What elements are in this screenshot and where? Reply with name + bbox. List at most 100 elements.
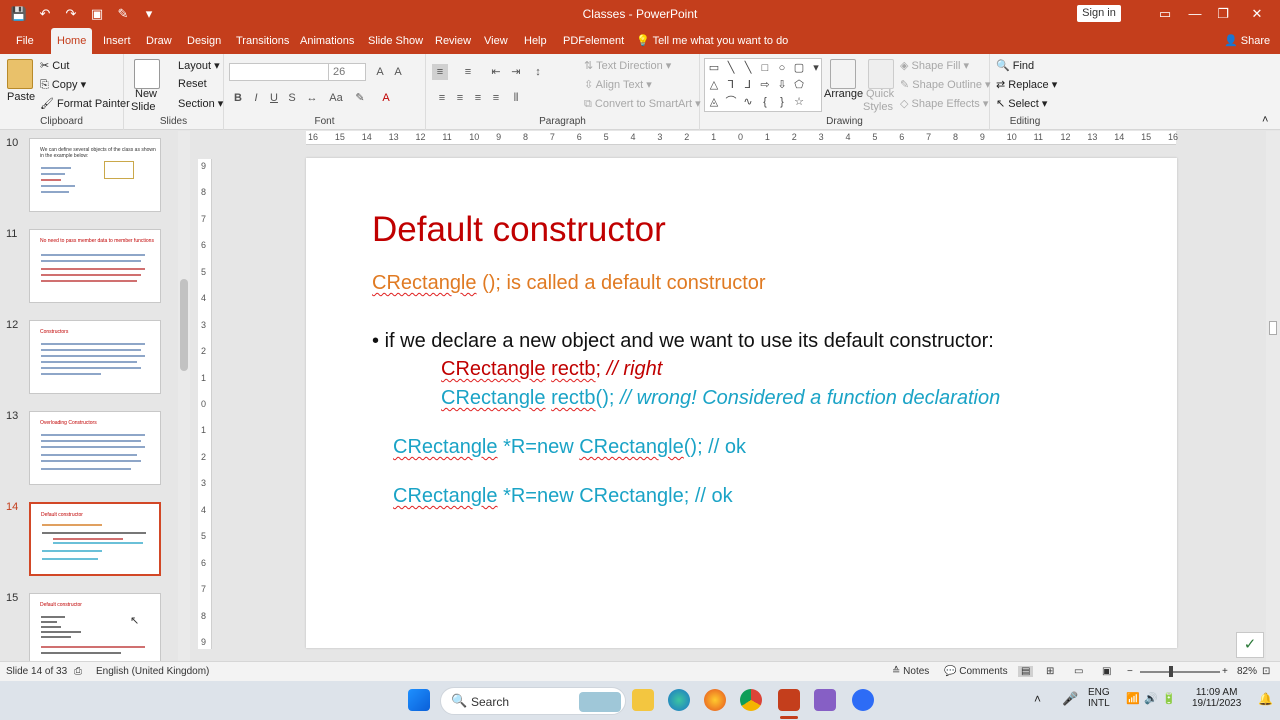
rounded-rect-shape-icon[interactable]: ▢ (792, 61, 806, 75)
italic-icon[interactable]: I (248, 90, 264, 106)
underline-icon[interactable]: U (266, 90, 282, 106)
line-shape-icon[interactable]: ╲ (741, 61, 755, 75)
decrease-font-icon[interactable]: A (390, 64, 406, 80)
tell-me-search[interactable]: 💡 Tell me what you want to do (636, 28, 788, 54)
brace-shape-icon[interactable]: } (775, 95, 789, 109)
tab-animations[interactable]: Animations (294, 28, 360, 54)
copy-button[interactable]: ⎘ Copy ▾ (40, 78, 86, 92)
format-painter-button[interactable]: 🖌 Format Painter (40, 97, 130, 110)
connector-shape-icon[interactable]: ⅂ (724, 78, 738, 92)
chevron-up-icon[interactable]: ˄ (1034, 692, 1041, 706)
columns-icon[interactable]: ⫴ (508, 90, 524, 106)
quick-styles-icon[interactable] (868, 59, 894, 89)
tab-transitions[interactable]: Transitions (230, 28, 295, 54)
reading-view-icon[interactable]: ▭ (1074, 666, 1083, 677)
tab-view[interactable]: View (478, 28, 514, 54)
tab-insert[interactable]: Insert (97, 28, 137, 54)
justify-icon[interactable]: ≡ (488, 90, 504, 106)
microphone-icon[interactable]: 🎤 (1062, 691, 1078, 707)
thumb-slide-15[interactable]: Default constructor ↖ (29, 593, 161, 661)
quick-styles-button-line2[interactable]: Styles (863, 101, 893, 113)
battery-icon[interactable]: 🔋 (1162, 692, 1176, 705)
wifi-icon[interactable]: 📶 (1126, 692, 1140, 705)
powerpoint-icon[interactable] (778, 689, 800, 711)
align-center-icon[interactable]: ≡ (452, 90, 468, 106)
arrow-down-shape-icon[interactable]: ⇩ (775, 78, 789, 92)
tab-help[interactable]: Help (518, 28, 553, 54)
edge-icon[interactable] (668, 689, 690, 711)
zoom-in-icon[interactable]: + (1222, 666, 1228, 677)
char-spacing-icon[interactable]: ↔ (304, 90, 320, 106)
star-shape-icon[interactable]: ☆ (792, 95, 806, 109)
convert-smartart-button[interactable]: ⧉ Convert to SmartArt ▾ (584, 97, 701, 111)
shape-effects-button[interactable]: ◇ Shape Effects ▾ (900, 97, 988, 110)
gallery-more-icon[interactable]: ▾ (809, 61, 823, 75)
increase-indent-icon[interactable]: ⇥ (508, 64, 524, 80)
align-left-icon[interactable]: ≡ (434, 90, 450, 106)
font-name-input[interactable] (229, 63, 329, 81)
font-color-icon[interactable]: A (378, 90, 394, 106)
line-spacing-icon[interactable]: ↕ (530, 64, 546, 80)
thumb-slide-10[interactable]: We can define several objects of the cla… (29, 138, 161, 212)
paste-button[interactable]: Paste (7, 91, 35, 103)
tab-draw[interactable]: Draw (140, 28, 178, 54)
rectangle-shape-icon[interactable]: ▭ (707, 61, 721, 75)
align-text-button[interactable]: ⇳ Align Text ▾ (584, 78, 652, 91)
line-shape-icon[interactable]: ╲ (724, 61, 738, 75)
slideshow-view-icon[interactable]: ▣ (1102, 666, 1111, 677)
collapse-ribbon-icon[interactable]: ˄ (1262, 114, 1268, 126)
language-indicator[interactable]: English (United Kingdom) (96, 666, 209, 677)
bold-icon[interactable]: B (230, 90, 246, 106)
brace-shape-icon[interactable]: { (758, 95, 772, 109)
tab-design[interactable]: Design (181, 28, 227, 54)
align-right-icon[interactable]: ≡ (470, 90, 486, 106)
new-slide-icon[interactable] (134, 59, 160, 89)
zoom-app-icon[interactable] (852, 689, 874, 711)
curve-shape-icon[interactable]: ⌒ (724, 95, 738, 109)
thumb-slide-14[interactable]: Default constructor (29, 502, 161, 576)
change-case-icon[interactable]: Aa (328, 90, 344, 106)
triangle-shape-icon[interactable]: ◬ (707, 95, 721, 109)
find-button[interactable]: 🔍 Find (996, 59, 1034, 72)
fit-to-window-icon[interactable]: ⊡ (1262, 666, 1270, 677)
decrease-indent-icon[interactable]: ⇤ (488, 64, 504, 80)
text-direction-button[interactable]: ⇅ Text Direction ▾ (584, 59, 671, 72)
scrollbar-handle[interactable] (1269, 321, 1277, 335)
reset-button[interactable]: Reset (178, 78, 207, 90)
connector-shape-icon[interactable]: ⅃ (741, 78, 755, 92)
notes-button[interactable]: ≙ Notes (892, 666, 929, 677)
zoom-out-icon[interactable]: − (1127, 666, 1133, 677)
paste-icon[interactable] (7, 59, 33, 89)
slide-title[interactable]: Default constructor (372, 210, 666, 250)
numbering-icon[interactable]: ≡ (460, 64, 476, 80)
new-slide-button[interactable]: New (135, 88, 157, 100)
quick-styles-button[interactable]: Quick (866, 88, 894, 100)
minimize-button[interactable]: — (1182, 4, 1208, 24)
tab-slide-show[interactable]: Slide Show (362, 28, 429, 54)
language-tray[interactable]: ENG INTL (1088, 687, 1110, 709)
windows-start-icon[interactable] (408, 689, 430, 711)
ribbon-display-options-icon[interactable]: ▭ (1152, 4, 1178, 24)
highlight-icon[interactable]: ✎ (352, 90, 368, 106)
tab-pdfelement[interactable]: PDFelement (557, 28, 630, 54)
editor-scrollbar[interactable] (1266, 131, 1280, 661)
new-slide-button-line2[interactable]: Slide (131, 101, 155, 113)
thumb-slide-13[interactable]: Overloading Constructors (29, 411, 161, 485)
tab-file[interactable]: File (10, 28, 40, 54)
restore-button[interactable]: ❐ (1210, 4, 1236, 24)
shapes-gallery[interactable]: ▭ ╲ ╲ □ ○ ▢ △ ⅂ ⅃ ⇨ ⇩ ⬠ ◬ ⌒ ∿ { } ☆ ▾ (704, 58, 822, 112)
cut-button[interactable]: ✂ Cut (40, 59, 69, 72)
select-button[interactable]: ↖ Select ▾ (996, 97, 1047, 110)
spellcheck-icon[interactable]: ⎙ (74, 666, 82, 677)
shape-outline-button[interactable]: ✎ Shape Outline ▾ (900, 78, 991, 91)
taskbar-search[interactable]: 🔍 Search (440, 687, 626, 715)
thumb-slide-11[interactable]: No need to pass member data to member fu… (29, 229, 161, 303)
slide-canvas[interactable]: Default constructor CRectangle (); is ca… (306, 158, 1177, 648)
sign-in-button[interactable]: Sign in (1077, 5, 1121, 22)
slide-sorter-icon[interactable]: ⊞ (1046, 666, 1054, 677)
code-line-3[interactable]: CRectangle *R=new CRectangle(); // ok (393, 436, 746, 459)
volume-icon[interactable]: 🔊 (1144, 692, 1158, 705)
file-explorer-icon[interactable] (632, 689, 654, 711)
code-line-1[interactable]: CRectangle rectb; // right (441, 358, 662, 381)
code-line-2[interactable]: CRectangle rectb(); // wrong! Considered… (441, 387, 1000, 410)
